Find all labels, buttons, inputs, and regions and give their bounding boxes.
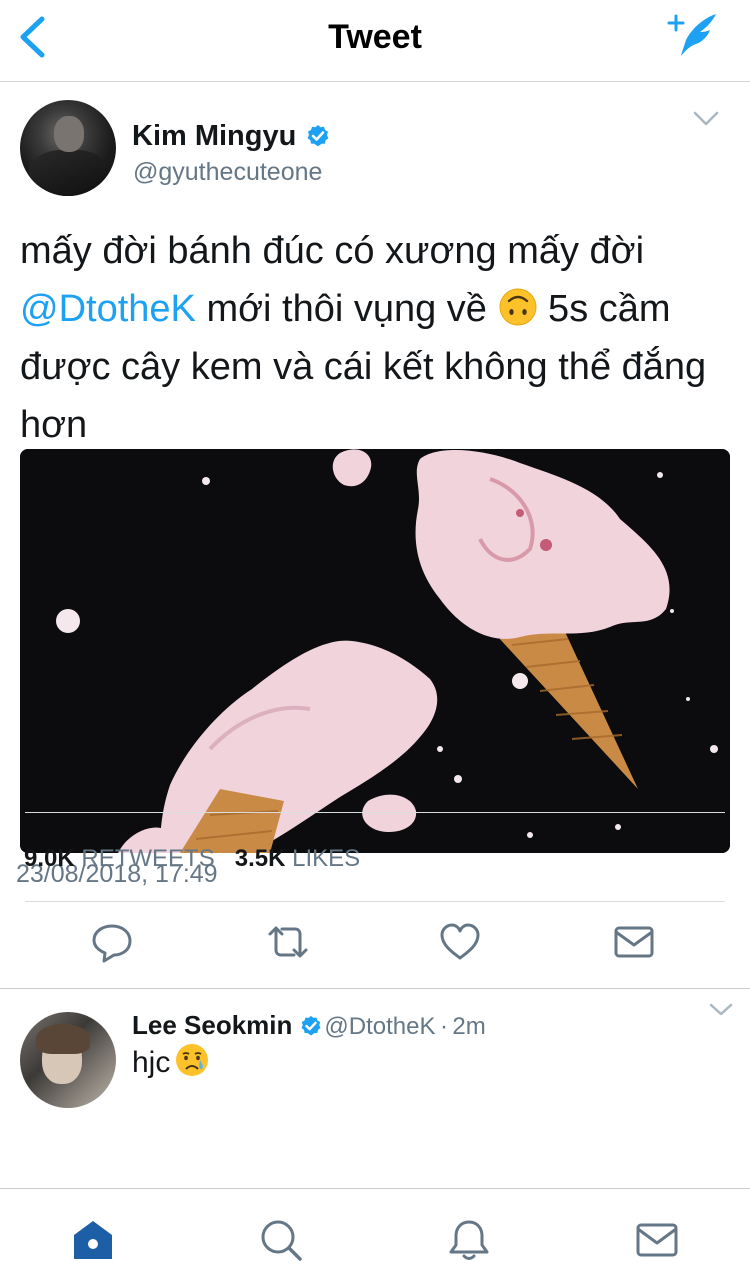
chevron-down-icon[interactable] bbox=[708, 1002, 734, 1018]
verified-badge-icon bbox=[300, 1015, 322, 1037]
tweet-text-part: mấy đời bánh đúc có xương mấy đời bbox=[20, 230, 645, 272]
crying-face-emoji-icon bbox=[174, 1042, 210, 1078]
avatar-hair bbox=[36, 1024, 90, 1054]
direct-message-icon[interactable] bbox=[612, 920, 656, 964]
tweet-stats: 9.0K RETWEETS 3.5K LIKES bbox=[24, 845, 360, 873]
upside-down-face-emoji-icon bbox=[498, 286, 538, 326]
compose-tweet-icon[interactable] bbox=[664, 10, 722, 60]
top-nav-bar: Tweet bbox=[0, 0, 750, 82]
author-handle[interactable]: @gyuthecuteone bbox=[133, 158, 322, 187]
reply-text: hjc bbox=[132, 1042, 210, 1080]
like-icon[interactable] bbox=[438, 920, 482, 964]
reply-time: 2m bbox=[452, 1013, 486, 1040]
tweet-text: mấy đời bánh đúc có xương mấy đời @Dtoth… bbox=[20, 222, 730, 454]
retweets-count[interactable]: 9.0K bbox=[24, 845, 75, 872]
reply-author-handle[interactable]: @DtotheK bbox=[324, 1013, 435, 1040]
divider bbox=[25, 901, 725, 902]
reply-tweet[interactable]: Lee Seokmin @DtotheK · 2m hjc bbox=[0, 990, 750, 1108]
reply-icon[interactable] bbox=[90, 920, 134, 964]
dot-separator: · bbox=[439, 1013, 448, 1040]
bottom-tab-bar bbox=[0, 1188, 750, 1287]
home-icon[interactable] bbox=[70, 1217, 116, 1263]
likes-count[interactable]: 3.5K bbox=[235, 845, 286, 872]
tweet-text-part: mới thôi vụng về bbox=[195, 288, 498, 330]
reply-header: Lee Seokmin @DtotheK · 2m bbox=[132, 1010, 486, 1041]
author-name[interactable]: Kim Mingyu bbox=[132, 120, 296, 153]
mention-link[interactable]: @DtotheK bbox=[20, 288, 196, 330]
reply-author-avatar[interactable] bbox=[20, 1012, 116, 1108]
reply-text-content: hjc bbox=[132, 1046, 171, 1079]
chevron-down-icon[interactable] bbox=[692, 110, 720, 128]
notifications-icon[interactable] bbox=[446, 1217, 492, 1263]
search-icon[interactable] bbox=[258, 1217, 304, 1263]
verified-badge-icon bbox=[306, 124, 330, 148]
reply-author-name[interactable]: Lee Seokmin bbox=[132, 1010, 292, 1040]
tweet-image[interactable] bbox=[20, 449, 730, 853]
retweet-icon[interactable] bbox=[264, 920, 312, 964]
avatar-coat bbox=[28, 150, 110, 196]
page-title: Tweet bbox=[328, 18, 422, 56]
retweets-label[interactable]: RETWEETS bbox=[81, 845, 214, 872]
avatar-face bbox=[54, 116, 84, 152]
tweet-detail-screen: Tweet Kim Mingyu @gyuthecuteone mấy đời … bbox=[0, 0, 750, 1287]
divider bbox=[25, 812, 725, 813]
messages-icon[interactable] bbox=[634, 1217, 680, 1263]
likes-label[interactable]: LIKES bbox=[292, 845, 360, 872]
tweet-actions-bar bbox=[0, 920, 750, 976]
author-avatar[interactable] bbox=[20, 100, 116, 196]
divider bbox=[0, 988, 750, 989]
